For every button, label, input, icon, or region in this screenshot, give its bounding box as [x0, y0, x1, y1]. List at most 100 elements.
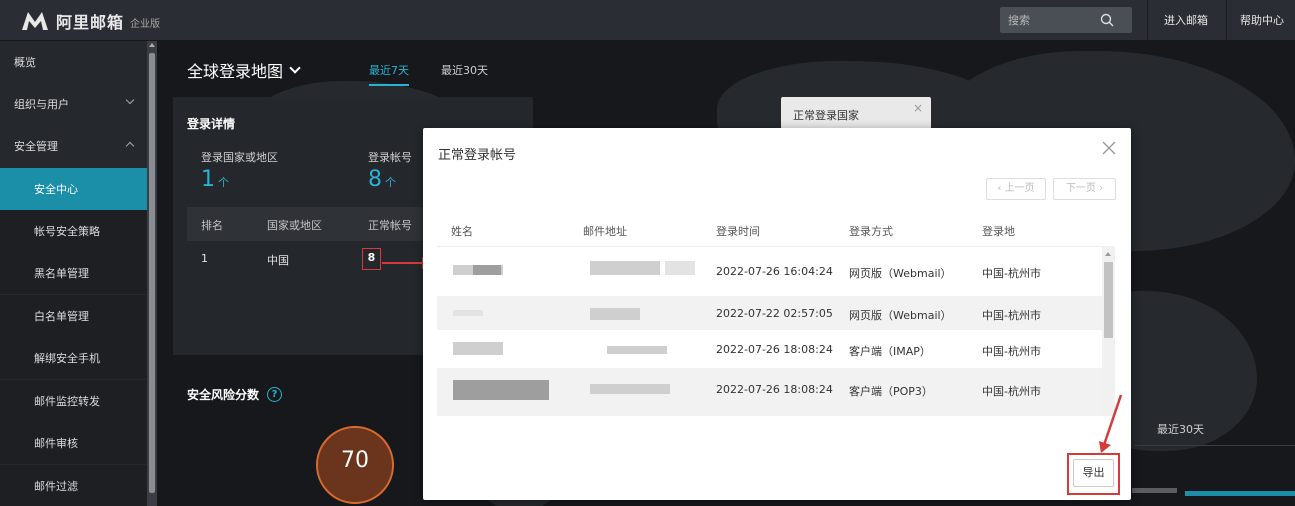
- normal-account-count-link[interactable]: 8: [362, 248, 381, 270]
- top-bar: 阿里邮箱 企业版 搜索 进入邮箱 帮助中心: [0, 0, 1295, 41]
- risk-score-ring: 70: [316, 426, 394, 504]
- table-row[interactable]: 2022-07-26 18:08:24 客户端（IMAP） 中国-杭州市: [437, 330, 1102, 368]
- sidebar-item-account-policy[interactable]: 帐号安全策略: [0, 210, 147, 252]
- cell-login-place: 中国-杭州市: [982, 345, 1041, 358]
- sidebar-item-label: 白名单管理: [34, 310, 89, 323]
- logo-icon: [22, 12, 48, 30]
- chart-bar: [1132, 488, 1177, 493]
- sidebar-item-label: 邮件审核: [34, 437, 78, 450]
- help-icon[interactable]: ?: [267, 387, 283, 402]
- redacted-name: [473, 265, 501, 275]
- sidebar-item-label: 安全中心: [34, 183, 78, 196]
- next-page-button[interactable]: 下一页 ›: [1053, 178, 1116, 200]
- sidebar-item-label: 解绑安全手机: [34, 352, 100, 365]
- risk-score-value: 70: [341, 448, 369, 473]
- enter-mail-link[interactable]: 进入邮箱: [1164, 12, 1208, 28]
- brand-name: 阿里邮箱: [56, 13, 125, 32]
- cell-login-time: 2022-07-22 02:57:05: [716, 307, 833, 320]
- brand-edition: 企业版: [130, 18, 161, 30]
- search-icon[interactable]: [1100, 13, 1114, 27]
- cell-login-method: 网页版（Webmail）: [849, 309, 952, 322]
- column-header: 登录时间: [716, 225, 760, 238]
- stat-value-accounts: 8个: [368, 167, 396, 192]
- sidebar-item-mail-review[interactable]: 邮件审核: [0, 422, 147, 464]
- cell-login-method: 客户端（IMAP）: [849, 345, 931, 358]
- sidebar-item-label: 黑名单管理: [34, 267, 89, 280]
- sidebar-item-blacklist[interactable]: 黑名单管理: [0, 252, 147, 294]
- chevron-up-icon: [125, 141, 135, 151]
- cell-login-method: 客户端（POP3）: [849, 385, 933, 398]
- redacted-name: [453, 380, 549, 400]
- annotation-arrow: [382, 262, 424, 264]
- cell-login-place: 中国-杭州市: [982, 385, 1041, 398]
- table-row[interactable]: 2022-07-22 02:57:05 网页版（Webmail） 中国-杭州市: [437, 296, 1102, 330]
- sidebar-scrollbar[interactable]: [147, 41, 157, 506]
- chart-bar: [1185, 491, 1295, 496]
- redacted-email: [607, 346, 667, 354]
- chevron-down-icon: [125, 95, 135, 105]
- map-title: 全球登录地图: [187, 62, 284, 81]
- sidebar-item-label: 安全管理: [14, 140, 58, 153]
- background-popup-title: 正常登录国家: [793, 109, 859, 122]
- tab-last-7-days[interactable]: 最近7天: [369, 62, 409, 86]
- divider: [1226, 0, 1227, 41]
- sidebar-item-label: 概览: [14, 56, 36, 69]
- sidebar-item-security-center[interactable]: 安全中心: [0, 168, 147, 210]
- modal-scrollbar[interactable]: [1102, 246, 1115, 416]
- chevron-down-icon: [289, 62, 301, 74]
- sidebar-item-overview[interactable]: 概览: [0, 41, 147, 83]
- sidebar-item-unbind-phone[interactable]: 解绑安全手机: [0, 337, 147, 379]
- risk-score-title: 安全风险分数 ?: [187, 386, 283, 403]
- stat-label-accounts: 登录帐号: [368, 151, 412, 164]
- stat-value-regions: 1个: [201, 167, 229, 192]
- annotation-arrow: [1099, 394, 1123, 453]
- table-row[interactable]: 2022-07-26 18:08:24 客户端（POP3） 中国-杭州市: [437, 368, 1102, 416]
- scroll-thumb[interactable]: [1104, 262, 1113, 338]
- stat-label-regions: 登录国家或地区: [201, 151, 278, 164]
- search-placeholder: 搜索: [1008, 14, 1030, 27]
- sidebar-item-label: 帐号安全策略: [34, 225, 100, 238]
- column-header: 姓名: [451, 225, 473, 238]
- prev-page-button[interactable]: ‹ 上一页: [986, 178, 1046, 200]
- panel-title: 登录详情: [187, 117, 236, 131]
- redacted-email: [590, 384, 670, 394]
- scroll-up-icon[interactable]: [1105, 252, 1111, 256]
- redacted-email: [590, 308, 640, 320]
- modal-title: 正常登录帐号: [438, 148, 517, 163]
- column-header: 登录方式: [849, 225, 893, 238]
- sidebar-item-mail-filter[interactable]: 邮件过滤: [0, 465, 147, 506]
- cell-login-time: 2022-07-26 16:04:24: [716, 265, 833, 278]
- cell-rank: 1: [201, 252, 208, 265]
- table-row[interactable]: 2022-07-26 16:04:24 网页版（Webmail） 中国-杭州市: [437, 247, 1102, 296]
- cell-login-place: 中国-杭州市: [982, 309, 1041, 322]
- sidebar-item-mail-monitor[interactable]: 邮件监控转发: [0, 380, 147, 422]
- divider: [1135, 445, 1295, 446]
- redacted-email: [665, 261, 695, 275]
- column-header: 登录地: [982, 225, 1015, 238]
- logo[interactable]: 阿里邮箱 企业版: [20, 9, 160, 33]
- redacted-name: [453, 342, 503, 355]
- normal-accounts-modal: 正常登录帐号 ‹ 上一页 下一页 › 姓名 邮件地址 登录时间 登录方式 登录地…: [423, 128, 1131, 500]
- cell-login-time: 2022-07-26 18:08:24: [716, 343, 833, 356]
- tab-last-30-days[interactable]: 最近30天: [441, 62, 488, 78]
- cell-login-place: 中国-杭州市: [982, 267, 1041, 280]
- search-input[interactable]: 搜索: [1000, 7, 1132, 33]
- help-center-link[interactable]: 帮助中心: [1240, 12, 1284, 28]
- scroll-thumb[interactable]: [149, 53, 155, 493]
- sidebar-item-whitelist[interactable]: 白名单管理: [0, 295, 147, 337]
- column-header: 排名: [201, 219, 223, 232]
- background-popup: 正常登录国家 ×: [781, 97, 931, 131]
- sidebar: 概览 组织与用户 安全管理 安全中心 帐号安全策略 黑名单管理 白名单管理 解绑…: [0, 41, 147, 506]
- close-icon[interactable]: [1101, 140, 1117, 156]
- map-title-dropdown[interactable]: 全球登录地图: [187, 58, 301, 82]
- column-header: 邮件地址: [583, 225, 627, 238]
- annotation-highlight-box: [1067, 453, 1120, 495]
- sidebar-item-label: 邮件监控转发: [34, 395, 100, 408]
- sidebar-item-org-users[interactable]: 组织与用户: [0, 83, 147, 125]
- tab-last-30-days-secondary[interactable]: 最近30天: [1157, 421, 1204, 437]
- close-icon[interactable]: ×: [913, 101, 923, 115]
- scroll-up-icon[interactable]: [149, 43, 155, 47]
- cell-login-method: 网页版（Webmail）: [849, 267, 952, 280]
- divider: [1147, 0, 1148, 41]
- sidebar-item-security[interactable]: 安全管理: [0, 125, 147, 167]
